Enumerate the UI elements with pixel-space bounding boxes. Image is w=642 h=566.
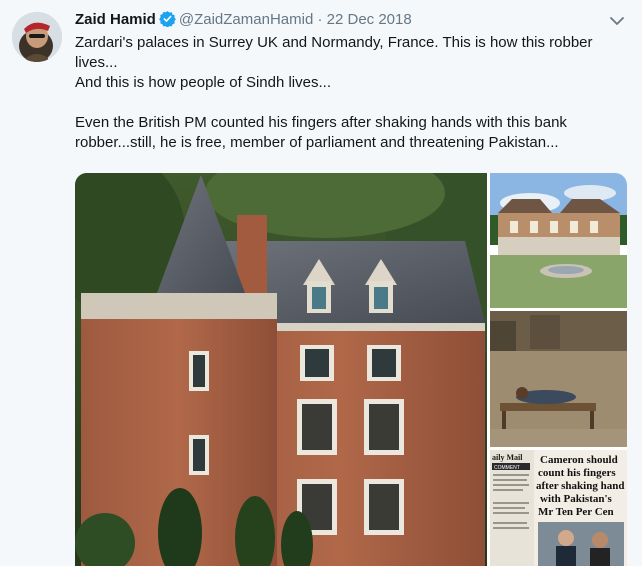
- separator-dot: ·: [317, 11, 323, 28]
- tweet[interactable]: Zaid Hamid @ZaidZamanHamid · 22 Dec 2018 …: [0, 0, 642, 566]
- chevron-down-icon[interactable]: [606, 10, 628, 32]
- newspaper-headline-line: Mr Ten Per Cen: [538, 506, 614, 518]
- tweet-date[interactable]: 22 Dec 2018: [327, 11, 412, 28]
- newspaper-headline-line: with Pakistan's: [540, 493, 613, 505]
- avatar[interactable]: [12, 12, 62, 62]
- newspaper-section: COMMENT: [494, 465, 520, 471]
- tweet-text-line: lives...: [75, 54, 118, 71]
- media-grid: aily Mail COMMENT Cameron should count h…: [75, 173, 627, 566]
- author-name[interactable]: Zaid Hamid: [75, 11, 156, 28]
- tweet-text-line: robber...still, he is free, member of pa…: [75, 134, 559, 151]
- media-image-newspaper[interactable]: aily Mail COMMENT Cameron should count h…: [490, 450, 627, 566]
- tweet-text-line: [75, 93, 620, 113]
- media-image-mansion[interactable]: [490, 173, 627, 308]
- media-image-flood[interactable]: [490, 311, 627, 447]
- tweet-text-line: And this is how people of Sindh lives...: [75, 74, 331, 91]
- tweet-text-line: Zardari's palaces in Surrey UK and Norma…: [75, 34, 593, 51]
- media-image-chateau[interactable]: [75, 173, 487, 566]
- tweet-text: Zardari's palaces in Surrey UK and Norma…: [75, 33, 620, 153]
- tweet-header: Zaid Hamid @ZaidZamanHamid · 22 Dec 2018: [75, 10, 615, 30]
- newspaper-masthead: aily Mail: [492, 453, 523, 462]
- author-handle[interactable]: @ZaidZamanHamid: [179, 11, 313, 28]
- tweet-text-line: Even the British PM counted his fingers …: [75, 114, 567, 131]
- newspaper-headline-line: Cameron should: [540, 454, 618, 466]
- newspaper-headline-line: count his fingers: [538, 467, 616, 479]
- newspaper-headline-line: after shaking hand: [536, 480, 624, 492]
- verified-badge-icon: [158, 10, 176, 27]
